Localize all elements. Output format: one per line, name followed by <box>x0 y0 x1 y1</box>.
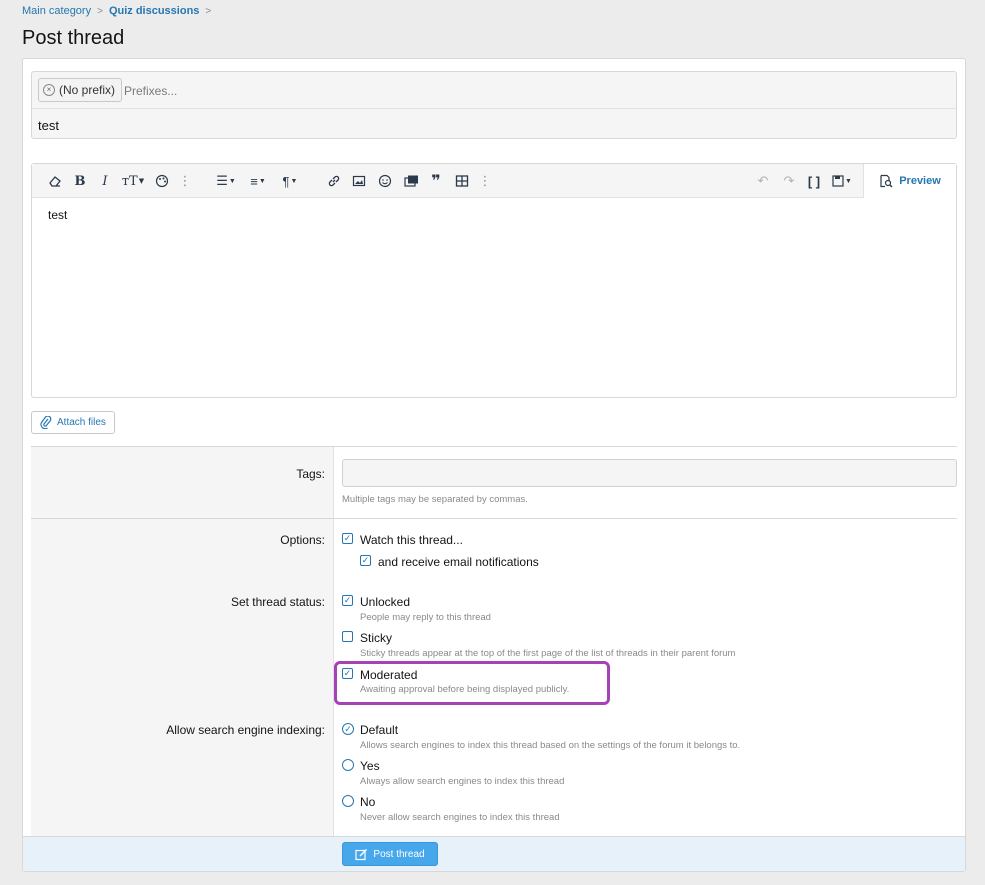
divider <box>32 108 956 109</box>
smile-icon[interactable] <box>376 172 394 190</box>
more-icon[interactable]: ⋮ <box>476 172 494 190</box>
eraser-icon[interactable] <box>46 172 64 190</box>
indexing-yes-radio[interactable] <box>342 759 354 771</box>
editor-content[interactable]: test <box>48 208 67 222</box>
breadcrumb-separator: > <box>97 5 103 17</box>
indexing-yes-hint: Always allow search engines to index thi… <box>360 776 565 787</box>
post-thread-button[interactable]: Post thread <box>342 842 438 866</box>
email-notifications-checkbox[interactable]: ✓ <box>360 555 371 566</box>
close-icon[interactable]: × <box>43 84 55 96</box>
highlight-box <box>334 661 610 705</box>
indexing-default-hint: Allows search engines to index this thre… <box>360 740 741 751</box>
sticky-hint: Sticky threads appear at the top of the … <box>360 648 736 659</box>
rich-text-editor: B I тT ▼ ⋮ ☰ ▼ ≡ ▼ ¶ ▼ ❞ ⋮ ↶ ↷ [ ] ▼ Pre… <box>31 163 957 398</box>
indexing-no-radio[interactable] <box>342 795 354 807</box>
editor-toolbar: B I тT ▼ ⋮ ☰ ▼ ≡ ▼ ¶ ▼ ❞ ⋮ ↶ ↷ [ ] ▼ Pre… <box>32 164 956 198</box>
align-icon[interactable]: ≡ ▼ <box>246 172 270 190</box>
paperclip-icon <box>40 416 52 429</box>
indexing-label: Allow search engine indexing: <box>166 723 325 737</box>
paragraph-icon[interactable]: ¶ ▼ <box>278 172 302 190</box>
indexing-yes-label[interactable]: Yes <box>360 759 380 773</box>
save-draft-icon[interactable]: ▼ <box>829 172 855 190</box>
page-title: Post thread <box>22 27 125 49</box>
preview-label: Preview <box>899 175 941 187</box>
brackets-icon[interactable]: [ ] <box>805 172 823 190</box>
breadcrumb: Main category > Quiz discussions > <box>22 5 211 17</box>
prefix-chip[interactable]: × (No prefix) <box>38 78 123 102</box>
options-label: Options: <box>280 533 325 547</box>
image-icon[interactable] <box>350 172 368 190</box>
breadcrumb-main-category[interactable]: Main category <box>22 5 91 17</box>
table-icon[interactable] <box>453 172 471 190</box>
preview-button[interactable]: Preview <box>863 164 956 198</box>
form-label-column <box>31 446 333 836</box>
divider <box>31 518 957 519</box>
thread-title-box: × (No prefix) Prefixes... test <box>31 71 957 139</box>
sticky-checkbox[interactable] <box>342 631 353 642</box>
edit-icon <box>355 848 368 860</box>
preview-icon <box>880 174 893 188</box>
italic-icon[interactable]: I <box>96 172 114 190</box>
attach-files-button[interactable]: Attach files <box>31 411 115 434</box>
media-icon[interactable] <box>402 172 420 190</box>
unlocked-label[interactable]: Unlocked <box>360 595 410 609</box>
submit-bar <box>23 836 965 871</box>
watch-thread-label[interactable]: Watch this thread... <box>360 533 463 547</box>
breadcrumb-quiz-discussions[interactable]: Quiz discussions <box>109 5 199 17</box>
tags-label: Tags: <box>296 467 325 481</box>
indexing-no-hint: Never allow search engines to index this… <box>360 812 560 823</box>
text-size-icon[interactable]: тT ▼ <box>120 172 146 190</box>
prefix-input[interactable]: Prefixes... <box>124 84 177 98</box>
unlocked-hint: People may reply to this thread <box>360 612 491 623</box>
divider <box>31 446 957 447</box>
email-notifications-label[interactable]: and receive email notifications <box>378 555 539 569</box>
unlocked-checkbox[interactable]: ✓ <box>342 595 353 606</box>
indexing-no-label[interactable]: No <box>360 795 375 809</box>
more-icon[interactable]: ⋮ <box>176 172 194 190</box>
divider <box>333 446 334 836</box>
indexing-default-label[interactable]: Default <box>360 723 398 737</box>
post-thread-label: Post thread <box>373 848 425 860</box>
tags-input[interactable] <box>342 459 957 487</box>
link-icon[interactable] <box>325 172 343 190</box>
indexing-default-radio[interactable]: ✓ <box>342 723 354 735</box>
breadcrumb-separator: > <box>205 5 212 17</box>
attach-files-label: Attach files <box>57 417 106 428</box>
thread-status-label: Set thread status: <box>230 595 325 609</box>
prefix-chip-label: (No prefix) <box>59 83 116 97</box>
watch-thread-checkbox[interactable]: ✓ <box>342 533 353 544</box>
palette-icon[interactable] <box>153 172 171 190</box>
bold-icon[interactable]: B <box>71 172 89 190</box>
thread-title-input[interactable]: test <box>38 118 59 133</box>
tags-hint: Multiple tags may be separated by commas… <box>342 494 528 505</box>
quote-icon[interactable]: ❞ <box>427 172 445 190</box>
undo-icon[interactable]: ↶ <box>754 172 772 190</box>
list-icon[interactable]: ☰ ▼ <box>214 172 238 190</box>
redo-icon[interactable]: ↷ <box>780 172 798 190</box>
sticky-label[interactable]: Sticky <box>360 631 392 645</box>
